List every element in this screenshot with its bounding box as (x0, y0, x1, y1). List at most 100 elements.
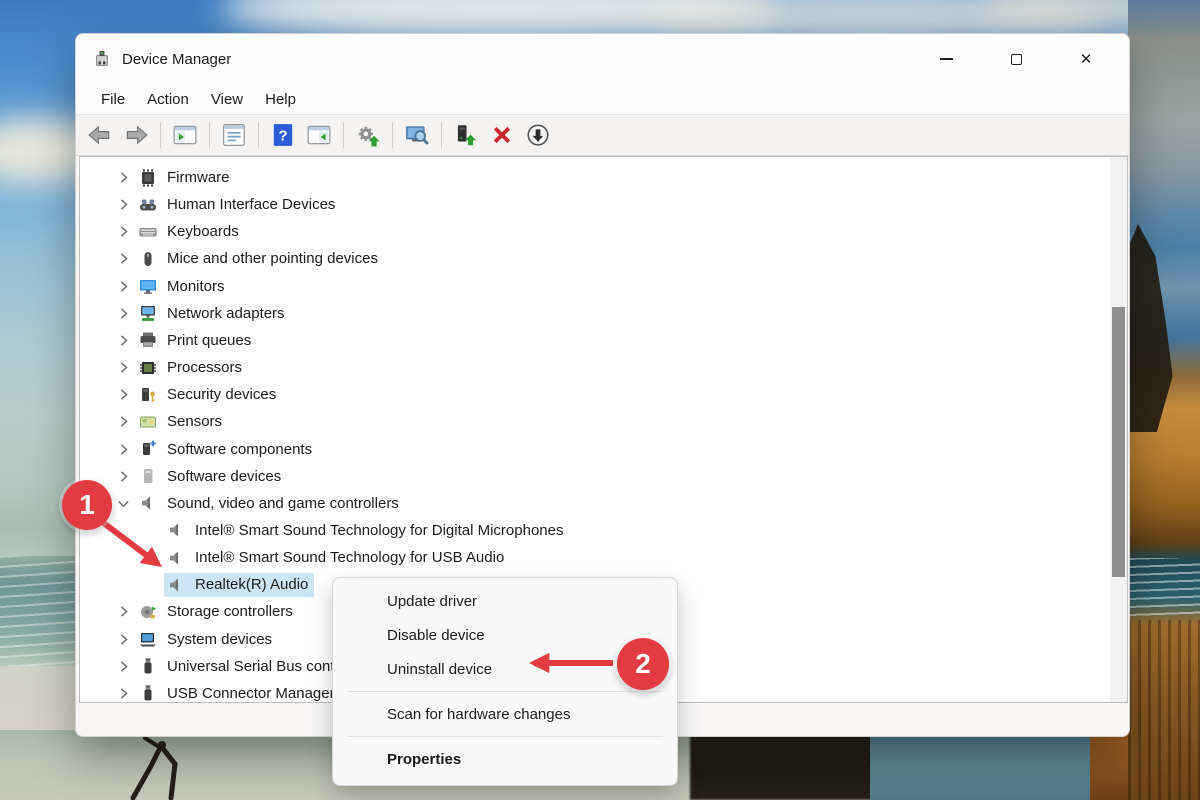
chevron-right-icon[interactable] (110, 629, 136, 649)
maximize-button[interactable] (993, 34, 1039, 84)
chevron-right-icon[interactable] (110, 656, 136, 676)
sea-waves (0, 556, 80, 666)
show-console-tree-icon[interactable] (169, 119, 201, 151)
tree-item-intel-smart-sound-technology-for-digital-microphones[interactable]: Intel® Smart Sound Technology for Digita… (80, 517, 1109, 544)
context-menu-separator (347, 691, 663, 692)
speaker-icon (138, 493, 158, 513)
speaker-icon (166, 520, 186, 540)
sand-streaks (1128, 620, 1200, 800)
tree-item-software-devices[interactable]: Software devices (80, 463, 1109, 490)
context-menu-item-update-driver[interactable]: Update driver (333, 584, 677, 618)
tree-item-processors[interactable]: Processors (80, 354, 1109, 381)
context-menu-separator (347, 736, 663, 737)
tree-item-human-interface-devices[interactable]: Human Interface Devices (80, 191, 1109, 218)
tree-item-network-adapters[interactable]: Network adapters (80, 300, 1109, 327)
device-manager-app-icon (92, 49, 112, 69)
chevron-right-icon[interactable] (110, 412, 136, 432)
back-icon[interactable] (84, 119, 116, 151)
vertical-scrollbar[interactable] (1110, 157, 1127, 702)
tree-item-sound-video-and-game-controllers[interactable]: Sound, video and game controllers (80, 490, 1109, 517)
show-action-pane-icon[interactable] (303, 119, 335, 151)
software-component-icon (138, 439, 158, 459)
monitor-icon (138, 276, 158, 296)
context-menu-item-uninstall-device[interactable]: Uninstall device (333, 652, 677, 686)
tree-item-label: Keyboards (167, 223, 239, 240)
minimize-button[interactable] (923, 34, 969, 84)
chevron-down-icon[interactable] (110, 493, 136, 513)
wave-foam (1128, 558, 1200, 616)
scrollbar-thumb[interactable] (1112, 307, 1125, 577)
tree-item-label: Realtek(R) Audio (195, 576, 308, 593)
hid-icon (138, 195, 158, 215)
context-menu-item-properties[interactable]: Properties (333, 742, 677, 776)
tree-item-security-devices[interactable]: Security devices (80, 381, 1109, 408)
menu-file[interactable]: File (90, 88, 136, 111)
tree-item-label: USB Connector Managers (167, 685, 342, 702)
chevron-right-icon[interactable] (110, 385, 136, 405)
properties-icon[interactable] (218, 119, 250, 151)
menu-view[interactable]: View (200, 88, 254, 111)
maximize-icon (1011, 54, 1022, 65)
uninstall-device-icon[interactable] (486, 119, 518, 151)
tree-item-monitors[interactable]: Monitors (80, 273, 1109, 300)
window-title: Device Manager (122, 51, 231, 68)
chevron-right-icon[interactable] (110, 358, 136, 378)
title-bar[interactable]: Device Manager ✕ (76, 34, 1129, 84)
chevron-right-icon[interactable] (110, 439, 136, 459)
context-menu-item-scan-for-hardware-changes[interactable]: Scan for hardware changes (333, 697, 677, 731)
chevron-right-icon[interactable] (110, 249, 136, 269)
tree-item-label: Software devices (167, 468, 281, 485)
printer-icon (138, 330, 158, 350)
context-menu-item-disable-device[interactable]: Disable device (333, 618, 677, 652)
chevron-right-icon[interactable] (110, 602, 136, 622)
chevron-right-icon[interactable] (110, 222, 136, 242)
disable-device-icon[interactable] (522, 119, 554, 151)
close-button[interactable]: ✕ (1063, 34, 1109, 84)
person-reflection (95, 736, 270, 800)
tree-item-firmware[interactable]: Firmware (80, 164, 1109, 191)
menu-help[interactable]: Help (254, 88, 307, 111)
toolbar-separator (160, 122, 161, 148)
chevron-right-icon[interactable] (110, 303, 136, 323)
chevron-right-icon[interactable] (110, 195, 136, 215)
toolbar-separator (209, 122, 210, 148)
tree-item-label: Processors (167, 359, 242, 376)
sea-band (870, 730, 1095, 800)
update-driver-device-icon[interactable] (450, 119, 482, 151)
menu-action[interactable]: Action (136, 88, 200, 111)
tree-item-keyboards[interactable]: Keyboards (80, 218, 1109, 245)
firmware-icon (138, 168, 158, 188)
tree-item-intel-smart-sound-technology-for-usb-audio[interactable]: Intel® Smart Sound Technology for USB Au… (80, 544, 1109, 571)
chevron-right-icon[interactable] (110, 683, 136, 703)
tree-item-print-queues[interactable]: Print queues (80, 327, 1109, 354)
tree-item-sensors[interactable]: Sensors (80, 408, 1109, 435)
update-driver-icon[interactable] (352, 119, 384, 151)
tree-item-label: Mice and other pointing devices (167, 250, 378, 267)
software-device-icon (138, 466, 158, 486)
forward-icon[interactable] (120, 119, 152, 151)
cliff-scenery (1128, 0, 1200, 800)
chevron-right-icon[interactable] (110, 276, 136, 296)
storage-icon (138, 602, 158, 622)
chevron-right-icon[interactable] (110, 168, 136, 188)
chevron-right-icon[interactable] (110, 330, 136, 350)
toolbar: ? (76, 114, 1129, 156)
toolbar-separator (343, 122, 344, 148)
tree-item-label: Storage controllers (167, 603, 293, 620)
toolbar-separator (392, 122, 393, 148)
tree-item-software-components[interactable]: Software components (80, 436, 1109, 463)
tree-item-label: Intel® Smart Sound Technology for USB Au… (195, 549, 504, 566)
network-icon (138, 303, 158, 323)
usb-icon (138, 656, 158, 676)
help-icon[interactable]: ? (267, 119, 299, 151)
tree-item-label: Monitors (167, 278, 225, 295)
scan-hardware-changes-icon[interactable] (401, 119, 433, 151)
tree-item-label: Firmware (167, 169, 230, 186)
tree-item-label: Intel® Smart Sound Technology for Digita… (195, 522, 563, 539)
tree-item-mice-and-other-pointing-devices[interactable]: Mice and other pointing devices (80, 245, 1109, 272)
chevron-right-icon[interactable] (110, 466, 136, 486)
context-menu: Update driverDisable deviceUninstall dev… (332, 577, 678, 786)
menu-bar: File Action View Help (76, 84, 1129, 114)
tree-item-label: Human Interface Devices (167, 196, 335, 213)
keyboard-icon (138, 222, 158, 242)
